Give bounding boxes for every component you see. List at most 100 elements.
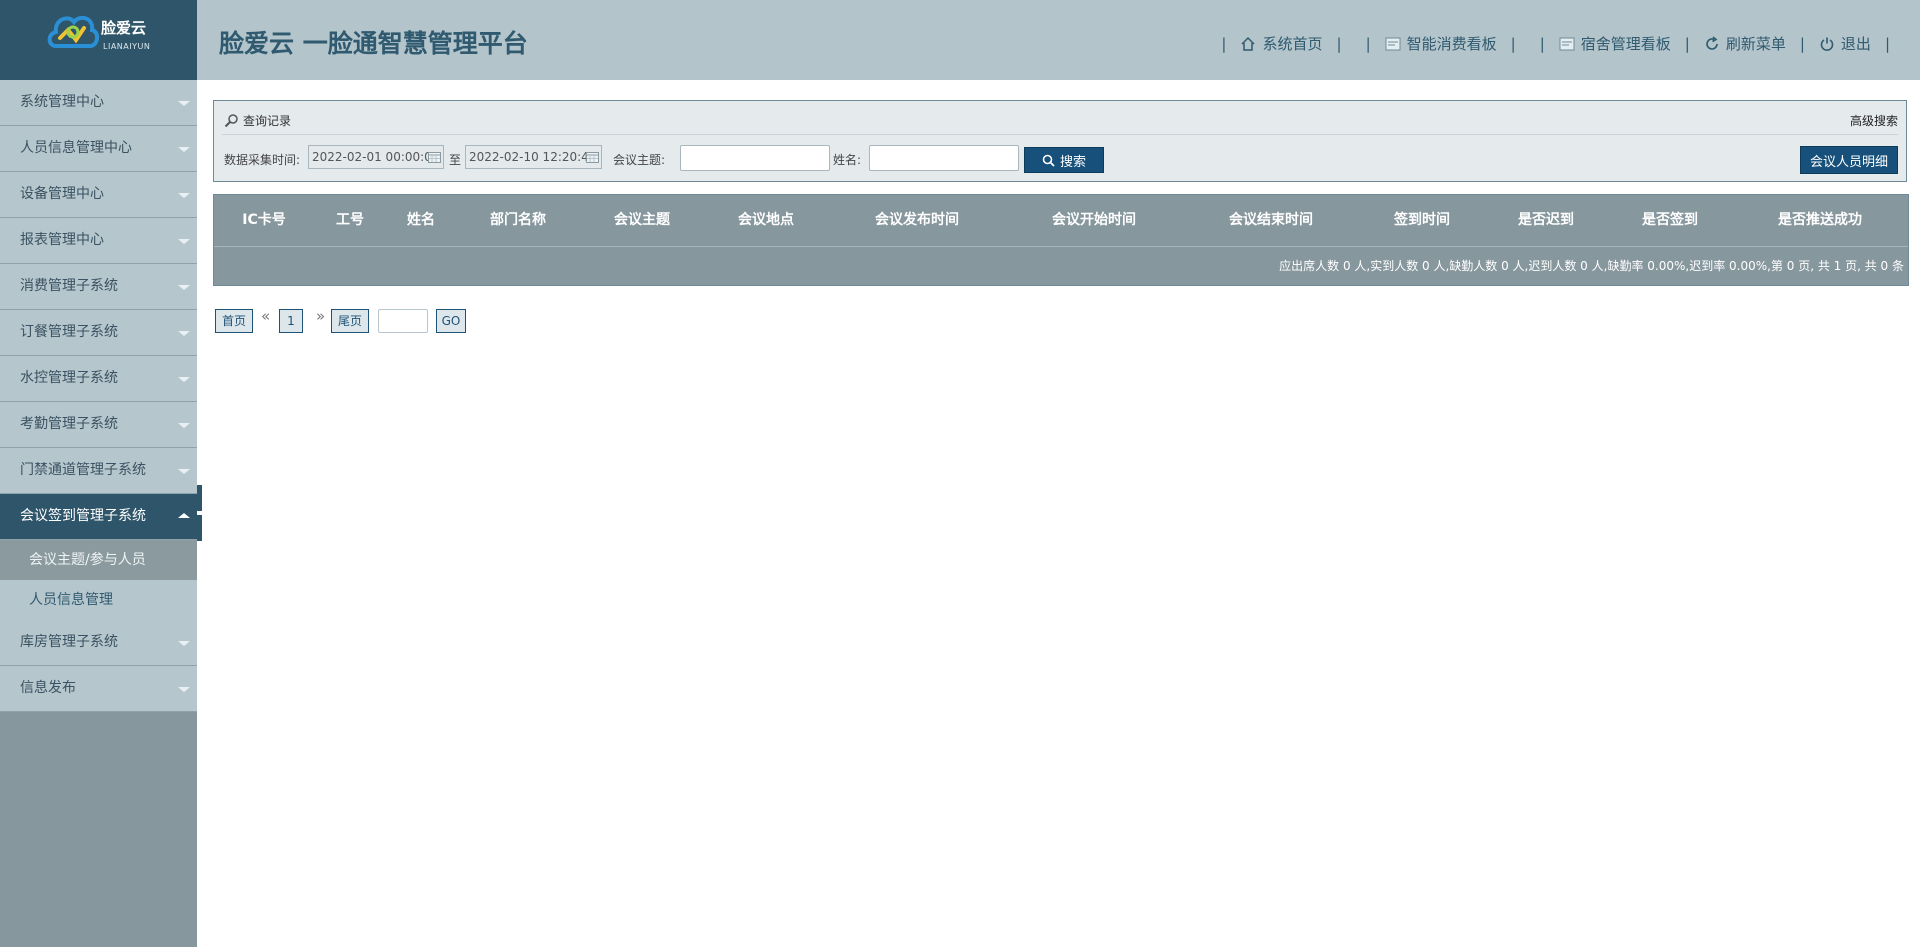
- column-header-late[interactable]: 是否迟到: [1484, 195, 1608, 246]
- sidebar-item-label: 系统管理中心: [20, 94, 104, 110]
- sidebar-item-label: 库房管理子系统: [20, 634, 118, 650]
- caret-up-icon: [178, 513, 190, 518]
- page-jump-input[interactable]: [378, 309, 428, 333]
- sidebar-item-label: 考勤管理子系统: [20, 416, 118, 432]
- sidebar-subitem-meeting-topics[interactable]: 会议主题/参与人员: [0, 540, 197, 580]
- sidebar-item-access-control[interactable]: 门禁通道管理子系统: [0, 448, 197, 494]
- search-button-label: 搜索: [1059, 154, 1086, 170]
- nav-consumption-board[interactable]: 智能消费看板: [1385, 33, 1497, 54]
- magnifier-icon: [224, 114, 238, 128]
- date-to-label: 至: [449, 153, 462, 167]
- prev-page-arrow[interactable]: «: [261, 307, 270, 325]
- sidebar-item-label: 报表管理中心: [20, 232, 104, 248]
- logo-subtitle: LIANAIYUN: [103, 42, 151, 51]
- first-page-button[interactable]: 首页: [215, 309, 253, 333]
- sidebar-item-device-management[interactable]: 设备管理中心: [0, 172, 197, 218]
- search-button[interactable]: 搜索: [1024, 147, 1104, 173]
- column-header-ic-card[interactable]: IC卡号: [214, 195, 314, 246]
- name-input[interactable]: [869, 145, 1019, 171]
- column-header-topic[interactable]: 会议主题: [580, 195, 704, 246]
- board-icon: [1559, 37, 1575, 50]
- sidebar-item-label: 设备管理中心: [20, 186, 104, 202]
- power-icon: [1820, 37, 1834, 51]
- divider: [222, 134, 1898, 135]
- nav-refresh-label: 刷新菜单: [1725, 35, 1786, 53]
- advanced-search-link[interactable]: 高级搜索: [1850, 112, 1898, 129]
- sidebar-item-system-management[interactable]: 系统管理中心: [0, 80, 197, 126]
- logo: 脸爱云 LIANAIYUN: [0, 0, 197, 80]
- sidebar-subitem-label: 会议主题/参与人员: [29, 552, 146, 568]
- search-icon: [1042, 154, 1055, 167]
- sidebar-item-report-management[interactable]: 报表管理中心: [0, 218, 197, 264]
- nav-home-label: 系统首页: [1262, 35, 1323, 53]
- caret-down-icon: [178, 377, 190, 382]
- column-header-employee-id[interactable]: 工号: [314, 195, 386, 246]
- calendar-icon[interactable]: [586, 151, 599, 163]
- sidebar-item-meeting-checkin[interactable]: 会议签到管理子系统: [0, 494, 197, 540]
- sidebar-item-label: 消费管理子系统: [20, 278, 118, 294]
- sidebar: 系统管理中心 人员信息管理中心 设备管理中心 报表管理中心 消费管理子系统 订餐…: [0, 80, 197, 947]
- caret-down-icon: [178, 331, 190, 336]
- sidebar-toggle-handle[interactable]: [197, 485, 202, 511]
- last-page-button[interactable]: 尾页: [331, 309, 369, 333]
- table-summary: 应出席人数 0 人,实到人数 0 人,缺勤人数 0 人,迟到人数 0 人,缺勤率…: [1279, 259, 1904, 273]
- column-header-publish-time[interactable]: 会议发布时间: [828, 195, 1006, 246]
- nav-dorm-board[interactable]: 宿舍管理看板: [1559, 33, 1671, 54]
- topic-input[interactable]: [680, 145, 830, 171]
- nav-home[interactable]: 系统首页: [1240, 33, 1323, 54]
- nav-logout[interactable]: 退出: [1819, 33, 1871, 54]
- sidebar-item-meal-ordering[interactable]: 订餐管理子系统: [0, 310, 197, 356]
- sidebar-item-consumption[interactable]: 消费管理子系统: [0, 264, 197, 310]
- column-header-start-time[interactable]: 会议开始时间: [1006, 195, 1182, 246]
- column-header-checked-in[interactable]: 是否签到: [1608, 195, 1732, 246]
- caret-down-icon: [178, 147, 190, 152]
- name-label: 姓名:: [833, 153, 862, 167]
- caret-down-icon: [178, 101, 190, 106]
- date-end-input[interactable]: 2022-02-10 12:20:42: [465, 145, 602, 169]
- meeting-personnel-detail-button[interactable]: 会议人员明细: [1800, 146, 1898, 174]
- top-nav: | 系统首页 | | 智能消费看板 | | 宿舍管理看板 | 刷新菜单 | 退出…: [1221, 33, 1890, 54]
- topic-label: 会议主题:: [613, 153, 666, 167]
- sidebar-toggle-handle[interactable]: [197, 515, 202, 541]
- column-header-push-success[interactable]: 是否推送成功: [1732, 195, 1908, 246]
- nav-consumption-board-label: 智能消费看板: [1406, 35, 1497, 53]
- column-header-department[interactable]: 部门名称: [456, 195, 580, 246]
- sidebar-item-water-control[interactable]: 水控管理子系统: [0, 356, 197, 402]
- caret-down-icon: [178, 285, 190, 290]
- sidebar-item-label: 人员信息管理中心: [20, 140, 132, 156]
- column-header-name[interactable]: 姓名: [386, 195, 456, 246]
- sidebar-item-info-publish[interactable]: 信息发布: [0, 666, 197, 712]
- sidebar-item-personnel-info[interactable]: 人员信息管理中心: [0, 126, 197, 172]
- sidebar-item-label: 门禁通道管理子系统: [20, 462, 146, 478]
- nav-dorm-board-label: 宿舍管理看板: [1580, 35, 1671, 53]
- column-header-end-time[interactable]: 会议结束时间: [1182, 195, 1360, 246]
- nav-refresh-menu[interactable]: 刷新菜单: [1704, 33, 1786, 54]
- next-page-arrow[interactable]: »: [316, 307, 325, 325]
- sidebar-item-label: 订餐管理子系统: [20, 324, 118, 340]
- page-number-button[interactable]: 1: [279, 309, 303, 333]
- go-button[interactable]: GO: [436, 309, 466, 333]
- column-header-checkin-time[interactable]: 签到时间: [1360, 195, 1484, 246]
- date-start-input[interactable]: 2022-02-01 00:00:00: [308, 145, 444, 169]
- app-title: 脸爱云 一脸通智慧管理平台: [219, 29, 528, 58]
- sidebar-subitem-label: 人员信息管理: [29, 592, 113, 608]
- sidebar-item-attendance[interactable]: 考勤管理子系统: [0, 402, 197, 448]
- caret-down-icon: [178, 239, 190, 244]
- date-range-label: 数据采集时间:: [224, 153, 301, 167]
- sidebar-item-label: 信息发布: [20, 680, 76, 696]
- caret-down-icon: [178, 193, 190, 198]
- caret-down-icon: [178, 469, 190, 474]
- sidebar-item-label: 水控管理子系统: [20, 370, 118, 386]
- refresh-icon: [1706, 35, 1718, 50]
- sidebar-subitem-personnel-info[interactable]: 人员信息管理: [0, 580, 197, 620]
- detail-button-label: 会议人员明细: [1809, 154, 1888, 170]
- home-icon: [1241, 36, 1256, 51]
- calendar-icon[interactable]: [428, 151, 441, 163]
- caret-down-icon: [178, 687, 190, 692]
- column-header-location[interactable]: 会议地点: [704, 195, 828, 246]
- table-header: IC卡号 工号 姓名 部门名称 会议主题 会议地点 会议发布时间 会议开始时间 …: [214, 195, 1908, 247]
- sidebar-item-warehouse[interactable]: 库房管理子系统: [0, 620, 197, 666]
- date-end-value: 2022-02-10 12:20:42: [469, 150, 597, 164]
- caret-down-icon: [178, 641, 190, 646]
- nav-logout-label: 退出: [1840, 35, 1871, 53]
